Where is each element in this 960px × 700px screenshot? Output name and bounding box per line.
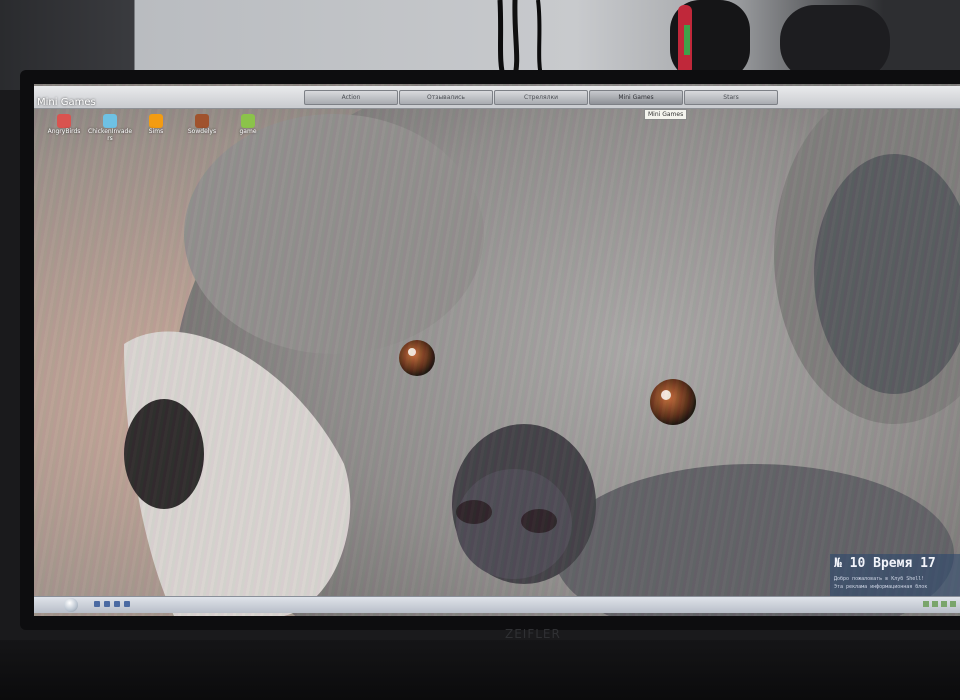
chicken-icon	[103, 114, 117, 128]
screen: Action Отзывались Стрелялки Mini Games S…	[34, 84, 960, 616]
tray-icon[interactable]	[923, 601, 929, 607]
desktop-icon-chickeninvaders[interactable]: ChickenInvaders	[88, 114, 132, 142]
system-tray	[920, 601, 956, 607]
desktop-icon-label: ChickenInvaders	[88, 128, 133, 142]
quick-launch-icon[interactable]	[94, 601, 100, 607]
desk	[0, 640, 960, 700]
desktop-icons: AngryBirds ChickenInvaders Sims Sowdelys…	[42, 114, 272, 142]
taskbar	[34, 596, 960, 613]
window-title: Mini Games	[37, 97, 96, 108]
info-number-line: № 10 Время 17	[834, 556, 936, 571]
tab-mini-games[interactable]: Mini Games	[589, 90, 683, 105]
desktop-icon-label: Sims	[148, 128, 164, 135]
tray-icon[interactable]	[941, 601, 947, 607]
tab-reviews[interactable]: Отзывались	[399, 90, 493, 105]
desktop-icon-label: Sowdelys	[187, 128, 217, 135]
cables	[497, 0, 544, 80]
person-icon	[149, 114, 163, 128]
tab-stars[interactable]: Stars	[684, 90, 778, 105]
quick-launch-icon[interactable]	[104, 601, 110, 607]
info-widget: № 10 Время 17 Добро пожаловать в Клуб Sh…	[830, 554, 960, 596]
tray-icon[interactable]	[950, 601, 956, 607]
quick-launch	[94, 601, 134, 607]
quick-launch-icon[interactable]	[114, 601, 120, 607]
start-button[interactable]	[64, 598, 78, 612]
barrel-icon	[195, 114, 209, 128]
desktop-icon-sims[interactable]: Sims	[134, 114, 178, 142]
quick-launch-icon[interactable]	[124, 601, 130, 607]
headphones	[670, 0, 890, 80]
tray-icon[interactable]	[932, 601, 938, 607]
desktop-icon-sowdelys[interactable]: Sowdelys	[180, 114, 224, 142]
desktop-icon-angrybirds[interactable]: AngryBirds	[42, 114, 86, 142]
desktop-icon-label: game	[239, 128, 257, 135]
desktop-icon-label: AngryBirds	[47, 128, 81, 135]
menu-tabs: Action Отзывались Стрелялки Mini Games S…	[304, 90, 779, 105]
info-line-1: Добро пожаловать в Клуб Shell!	[834, 576, 925, 582]
top-menu-bar: Action Отзывались Стрелялки Mini Games S…	[34, 86, 960, 109]
angry-bird-icon	[57, 114, 71, 128]
tab-action[interactable]: Action	[304, 90, 398, 105]
tab-shooters[interactable]: Стрелялки	[494, 90, 588, 105]
monitor-brand: ZEIFLER	[505, 627, 561, 641]
tab-tooltip: Mini Games	[644, 109, 688, 120]
info-line-2: Эта реклама информационная блок	[834, 584, 928, 590]
desktop-icon-game[interactable]: game	[226, 114, 270, 142]
game-icon	[241, 114, 255, 128]
koala-wallpaper	[34, 84, 960, 616]
